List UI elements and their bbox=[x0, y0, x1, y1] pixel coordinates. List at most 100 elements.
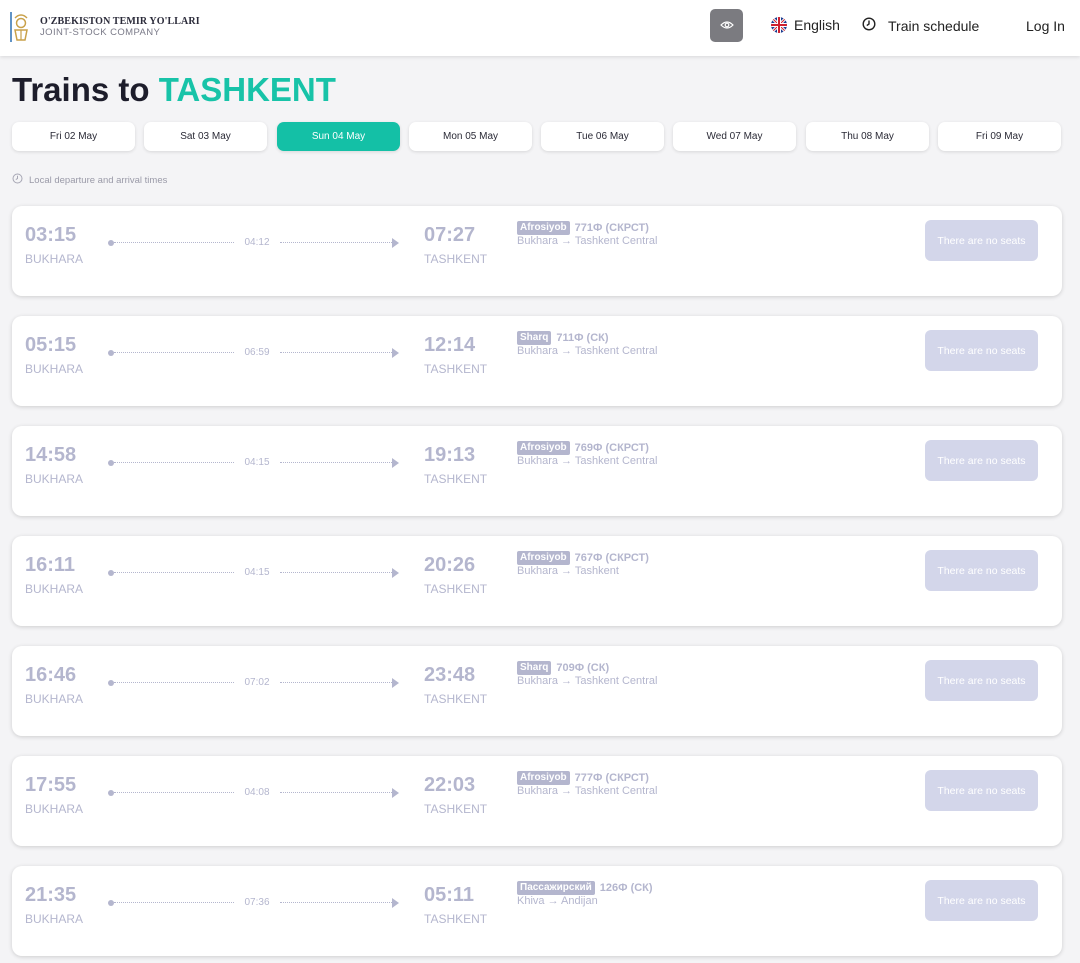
language-label: English bbox=[794, 17, 840, 33]
no-seats-button[interactable]: There are no seats bbox=[925, 880, 1038, 921]
train-route: Khiva → Andijan bbox=[517, 895, 598, 907]
departure-time: 16:11 bbox=[25, 554, 76, 576]
no-seats-button[interactable]: There are no seats bbox=[925, 550, 1038, 591]
train-info: Afrosiyob 767Ф (СКРСТ) Bukhara → Tashken… bbox=[517, 551, 649, 578]
train-card[interactable]: 05:15 BUKHARA 06:59 12:14 TASHKENT Sharq… bbox=[12, 316, 1062, 406]
train-info: Afrosiyob 771Ф (СКРСТ) Bukhara → Tashken… bbox=[517, 221, 657, 248]
arrival-time: 12:14 bbox=[424, 334, 476, 356]
eye-icon bbox=[719, 17, 734, 35]
route-start-dot bbox=[108, 680, 114, 686]
date-tab[interactable]: Mon 05 May bbox=[409, 122, 532, 151]
train-card[interactable]: 17:55 BUKHARA 04:08 22:03 TASHKENT Afros… bbox=[12, 756, 1062, 846]
arrow-right-icon bbox=[392, 458, 399, 468]
route-line: 04:15 bbox=[108, 457, 400, 469]
route-line: 06:59 bbox=[108, 347, 400, 359]
train-card[interactable]: 16:11 BUKHARA 04:15 20:26 TASHKENT Afros… bbox=[12, 536, 1062, 626]
train-brand-badge: Afrosiyob bbox=[517, 441, 570, 455]
train-number: 711Ф (СК) bbox=[556, 332, 609, 344]
train-number: 126Ф (СК) bbox=[599, 882, 653, 894]
train-info: Sharq 711Ф (СК) Bukhara → Tashkent Centr… bbox=[517, 331, 657, 358]
train-brand-badge: Sharq bbox=[517, 331, 552, 345]
logo-title: O'ZBEKISTON TEMIR YO'LLARI bbox=[40, 16, 200, 27]
train-info: Sharq 709Ф (СК) Bukhara → Tashkent Centr… bbox=[517, 661, 657, 688]
arrival-city: TASHKENT bbox=[424, 912, 488, 926]
railway-emblem-icon bbox=[10, 10, 32, 44]
language-selector[interactable]: English bbox=[771, 17, 840, 33]
train-schedule-link[interactable]: Train schedule bbox=[862, 17, 979, 34]
date-tab[interactable]: Fri 09 May bbox=[938, 122, 1061, 151]
arrival-city: TASHKENT bbox=[424, 582, 488, 596]
train-route: Bukhara → Tashkent Central bbox=[517, 785, 658, 797]
train-route: Bukhara → Tashkent bbox=[517, 565, 619, 577]
top-header: O'ZBEKISTON TEMIR YO'LLARI JOINT-STOCK C… bbox=[0, 0, 1080, 56]
departure-time: 16:46 bbox=[25, 664, 77, 686]
departure-city: BUKHARA bbox=[25, 582, 84, 596]
arrival-city: TASHKENT bbox=[424, 472, 488, 486]
no-seats-button[interactable]: There are no seats bbox=[925, 440, 1038, 481]
arrival-city: TASHKENT bbox=[424, 362, 488, 376]
train-card[interactable]: 21:35 BUKHARA 07:36 05:11 TASHKENT Пасса… bbox=[12, 866, 1062, 956]
train-brand-badge: Afrosiyob bbox=[517, 221, 570, 235]
arrival-time: 22:03 bbox=[424, 774, 476, 796]
departure-time: 21:35 bbox=[25, 884, 77, 906]
train-number: 777Ф (СКРСТ) bbox=[574, 772, 649, 784]
arrow-right-icon bbox=[392, 348, 399, 358]
accessibility-button[interactable] bbox=[710, 9, 743, 42]
route-start-dot bbox=[108, 460, 114, 466]
trip-duration: 04:12 bbox=[244, 237, 270, 248]
train-number: 767Ф (СКРСТ) bbox=[574, 552, 649, 564]
train-route: Bukhara → Tashkent Central bbox=[517, 455, 658, 467]
login-button[interactable]: Log In bbox=[1026, 18, 1065, 34]
date-tab-selected[interactable]: Sun 04 May bbox=[277, 122, 400, 151]
clock-icon bbox=[862, 17, 888, 34]
trip-duration: 07:36 bbox=[244, 897, 270, 908]
company-logo[interactable]: O'ZBEKISTON TEMIR YO'LLARI JOINT-STOCK C… bbox=[10, 10, 200, 44]
train-route: Bukhara → Tashkent Central bbox=[517, 345, 658, 357]
departure-time: 03:15 bbox=[25, 224, 77, 246]
train-card[interactable]: 14:58 BUKHARA 04:15 19:13 TASHKENT Afros… bbox=[12, 426, 1062, 516]
date-tab[interactable]: Fri 02 May bbox=[12, 122, 135, 151]
no-seats-button[interactable]: There are no seats bbox=[925, 660, 1038, 701]
arrow-right-icon bbox=[392, 568, 399, 578]
trip-duration: 04:15 bbox=[244, 567, 270, 578]
title-prefix: Trains to bbox=[12, 71, 150, 108]
page-title: Trains to TASHKENT bbox=[12, 70, 336, 110]
date-tab[interactable]: Sat 03 May bbox=[144, 122, 267, 151]
route-line: 07:02 bbox=[108, 677, 400, 689]
trip-duration: 06:59 bbox=[244, 347, 270, 358]
trip-duration: 04:15 bbox=[244, 457, 270, 468]
route-line: 04:12 bbox=[108, 237, 400, 249]
departure-city: BUKHARA bbox=[25, 362, 84, 376]
train-card[interactable]: 03:15 BUKHARA 04:12 07:27 TASHKENT Afros… bbox=[12, 206, 1062, 296]
clock-icon bbox=[12, 173, 29, 187]
route-line: 04:08 bbox=[108, 787, 400, 799]
date-tab[interactable]: Wed 07 May bbox=[673, 122, 796, 151]
trip-duration: 07:02 bbox=[244, 677, 270, 688]
route-line: 07:36 bbox=[108, 897, 400, 909]
route-start-dot bbox=[108, 570, 114, 576]
no-seats-button[interactable]: There are no seats bbox=[925, 770, 1038, 811]
date-tab[interactable]: Thu 08 May bbox=[806, 122, 929, 151]
train-info: Afrosiyob 769Ф (СКРСТ) Bukhara → Tashken… bbox=[517, 441, 657, 468]
train-schedule-label: Train schedule bbox=[888, 17, 980, 34]
arrow-right-icon bbox=[392, 678, 399, 688]
arrow-right-icon bbox=[392, 898, 399, 908]
departure-time: 17:55 bbox=[25, 774, 77, 796]
train-number: 771Ф (СКРСТ) bbox=[574, 222, 649, 234]
no-seats-button[interactable]: There are no seats bbox=[925, 330, 1038, 371]
date-tab[interactable]: Tue 06 May bbox=[541, 122, 664, 151]
departure-city: BUKHARA bbox=[25, 802, 84, 816]
arrival-time: 19:13 bbox=[424, 444, 476, 466]
train-number: 769Ф (СКРСТ) bbox=[574, 442, 649, 454]
arrival-city: TASHKENT bbox=[424, 692, 488, 706]
route-start-dot bbox=[108, 350, 114, 356]
train-card[interactable]: 16:46 BUKHARA 07:02 23:48 TASHKENT Sharq… bbox=[12, 646, 1062, 736]
route-start-dot bbox=[108, 240, 114, 246]
train-number: 709Ф (СК) bbox=[556, 662, 610, 674]
departure-time: 05:15 bbox=[25, 334, 77, 356]
arrival-time: 23:48 bbox=[424, 664, 476, 686]
no-seats-button[interactable]: There are no seats bbox=[925, 220, 1038, 261]
train-route: Bukhara → Tashkent Central bbox=[517, 675, 658, 687]
local-times-text: Local departure and arrival times bbox=[29, 174, 168, 186]
departure-city: BUKHARA bbox=[25, 692, 84, 706]
